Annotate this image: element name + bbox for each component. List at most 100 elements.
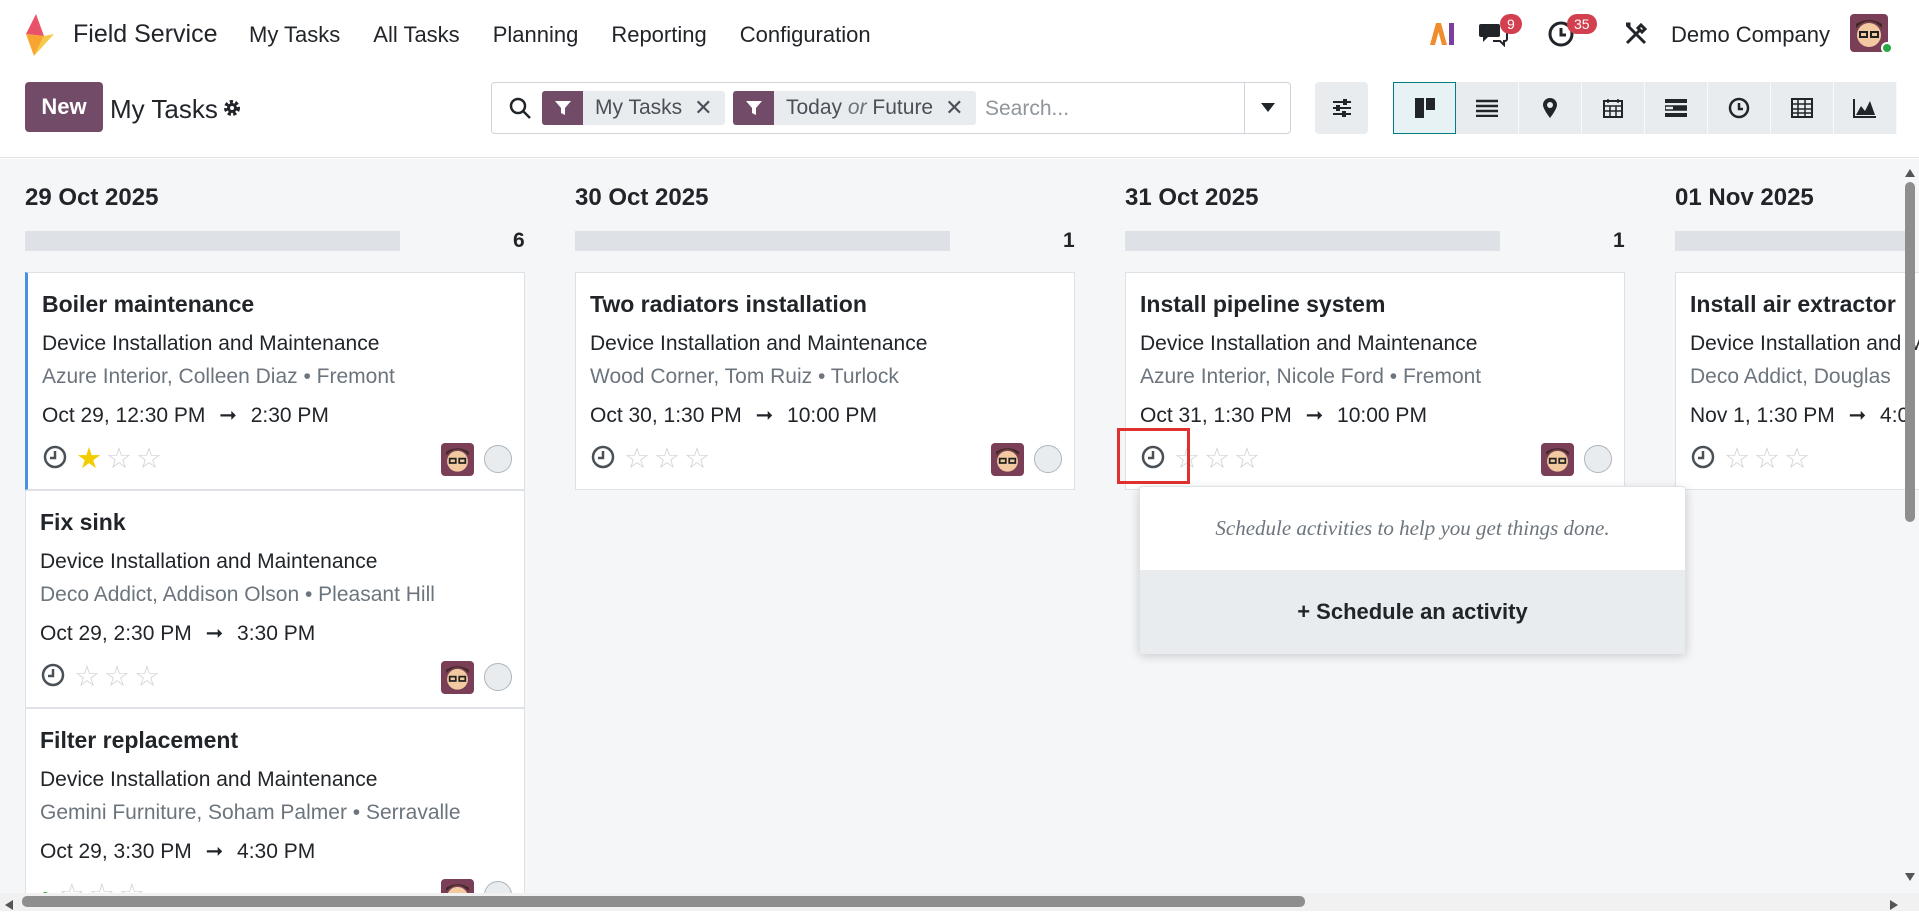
menu-configuration[interactable]: Configuration	[740, 22, 871, 48]
list-view-button[interactable]	[1456, 82, 1519, 134]
app-name[interactable]: Field Service	[73, 20, 218, 49]
priority-star-icon[interactable]: ☆	[1234, 444, 1260, 474]
task-card[interactable]: Install pipeline system Device Installat…	[1125, 272, 1625, 490]
task-card[interactable]: Fix sink Device Installation and Mainten…	[25, 490, 525, 708]
task-dates: Oct 30, 1:30 PM ➞ 10:00 PM	[590, 404, 877, 427]
scroll-up-icon[interactable]	[1905, 164, 1915, 177]
task-card[interactable]: Install air extractor Device Installatio…	[1675, 272, 1919, 490]
task-project: Device Installation and Maintenance	[40, 768, 378, 791]
state-status-button[interactable]	[1584, 445, 1612, 473]
vertical-scroll-thumb[interactable]	[1905, 182, 1915, 522]
kanban-view-button[interactable]	[1393, 82, 1456, 134]
map-view-button[interactable]	[1519, 82, 1582, 134]
gear-icon[interactable]	[222, 98, 242, 123]
graph-view-button[interactable]	[1834, 82, 1897, 134]
task-customer: Deco Addict, Douglas	[1690, 365, 1891, 388]
schedule-activity-button[interactable]: + Schedule an activity	[1140, 570, 1685, 654]
assignee-avatar[interactable]	[441, 443, 474, 476]
scroll-right-icon[interactable]	[1890, 897, 1898, 915]
filter-icon	[542, 91, 583, 125]
field-service-logo-icon[interactable]	[22, 14, 56, 61]
task-customer: Gemini Furniture, Soham Palmer • Serrava…	[40, 801, 461, 824]
facet-my-tasks: My Tasks ✕	[542, 91, 725, 125]
company-switcher[interactable]: Demo Company	[1671, 22, 1830, 48]
task-title: Filter replacement	[40, 727, 239, 753]
task-customer: Azure Interior, Nicole Ford • Fremont	[1140, 365, 1482, 388]
task-project: Device Installation and Maintenance	[40, 550, 378, 573]
task-card[interactable]: Two radiators installation Device Instal…	[575, 272, 1075, 490]
task-title: Two radiators installation	[590, 291, 867, 317]
assignee-avatar[interactable]	[441, 661, 474, 694]
tools-icon[interactable]	[1623, 12, 1649, 56]
column-title[interactable]: 29 Oct 2025	[25, 184, 158, 212]
priority-star-icon[interactable]: ☆	[654, 444, 680, 474]
assignee-avatar[interactable]	[1541, 443, 1574, 476]
horizontal-scroll-thumb[interactable]	[22, 896, 1305, 907]
scroll-left-icon[interactable]	[5, 897, 13, 915]
priority-star-icon[interactable]: ★	[76, 444, 102, 474]
priority-star-icon[interactable]: ☆	[1784, 444, 1810, 474]
activity-clock-icon[interactable]	[40, 662, 66, 693]
state-status-button[interactable]	[1034, 445, 1062, 473]
search-options-toggle[interactable]	[1244, 83, 1290, 133]
menu-my-tasks[interactable]: My Tasks	[249, 22, 340, 48]
facet-remove-icon[interactable]: ✕	[694, 95, 724, 121]
priority-star-icon[interactable]: ☆	[106, 444, 132, 474]
column-title[interactable]: 30 Oct 2025	[575, 184, 708, 212]
priority-star-icon[interactable]: ☆	[136, 444, 162, 474]
search-icon[interactable]	[508, 96, 532, 125]
task-dates: Oct 31, 1:30 PM ➞ 10:00 PM	[1140, 404, 1427, 427]
activity-clock-icon[interactable]	[590, 444, 616, 475]
column-progress-bar[interactable]	[25, 231, 400, 251]
column-title[interactable]: 31 Oct 2025	[1125, 184, 1258, 212]
priority-star-icon[interactable]: ☆	[1754, 444, 1780, 474]
scroll-down-icon[interactable]	[1905, 868, 1915, 881]
horizontal-scrollbar[interactable]	[0, 893, 1919, 911]
caret-down-icon	[1260, 103, 1275, 112]
column-progress-bar[interactable]	[1125, 231, 1500, 251]
search-input[interactable]: Search...	[985, 97, 1069, 121]
task-dates: Oct 29, 12:30 PM ➞ 2:30 PM	[42, 404, 329, 427]
top-navbar: Field Service My Tasks All Tasks Plannin…	[0, 0, 1919, 70]
vertical-scrollbar[interactable]	[1903, 164, 1917, 881]
assignee-avatar[interactable]	[991, 443, 1024, 476]
activity-view-button[interactable]	[1708, 82, 1771, 134]
task-title: Boiler maintenance	[42, 291, 255, 317]
priority-star-icon[interactable]: ☆	[1724, 444, 1750, 474]
task-card[interactable]: Filter replacement Device Installation a…	[25, 708, 525, 911]
column-progress-bar[interactable]	[575, 231, 950, 251]
calendar-view-button[interactable]	[1582, 82, 1645, 134]
column-progress-bar[interactable]	[1675, 231, 1905, 251]
task-title: Install pipeline system	[1140, 291, 1386, 317]
gantt-view-button[interactable]	[1645, 82, 1708, 134]
state-status-button[interactable]	[484, 663, 512, 691]
priority-star-icon[interactable]: ☆	[684, 444, 710, 474]
filter-options-button[interactable]	[1315, 82, 1368, 134]
menu-reporting[interactable]: Reporting	[611, 22, 706, 48]
card-footer: ☆ ☆ ☆	[1690, 443, 1810, 475]
task-customer: Azure Interior, Colleen Diaz • Fremont	[42, 365, 395, 388]
priority-star-icon[interactable]: ☆	[1204, 444, 1230, 474]
column-title[interactable]: 01 Nov 2025	[1675, 184, 1814, 212]
activity-clock-icon[interactable]	[1690, 444, 1716, 475]
plus-icon: +	[1297, 599, 1311, 624]
task-card[interactable]: Boiler maintenance Device Installation a…	[25, 272, 525, 490]
facet-remove-icon[interactable]: ✕	[945, 95, 975, 121]
sliders-icon	[1332, 99, 1351, 117]
pivot-view-button[interactable]	[1771, 82, 1834, 134]
priority-star-icon[interactable]: ☆	[134, 662, 160, 692]
new-button[interactable]: New	[25, 82, 103, 132]
state-status-button[interactable]	[484, 445, 512, 473]
activity-clock-icon[interactable]	[42, 444, 68, 475]
messages-badge: 9	[1500, 14, 1522, 34]
priority-star-icon[interactable]: ☆	[74, 662, 100, 692]
main-menu: My Tasks All Tasks Planning Reporting Co…	[249, 22, 904, 48]
menu-planning[interactable]: Planning	[493, 22, 579, 48]
priority-star-icon[interactable]: ☆	[624, 444, 650, 474]
task-project: Device Installation and Maintenance	[590, 332, 928, 355]
menu-all-tasks[interactable]: All Tasks	[373, 22, 459, 48]
facet-label: Today or Future	[786, 96, 934, 119]
column-count: 6	[513, 229, 525, 252]
ai-icon[interactable]	[1427, 12, 1457, 56]
priority-star-icon[interactable]: ☆	[104, 662, 130, 692]
